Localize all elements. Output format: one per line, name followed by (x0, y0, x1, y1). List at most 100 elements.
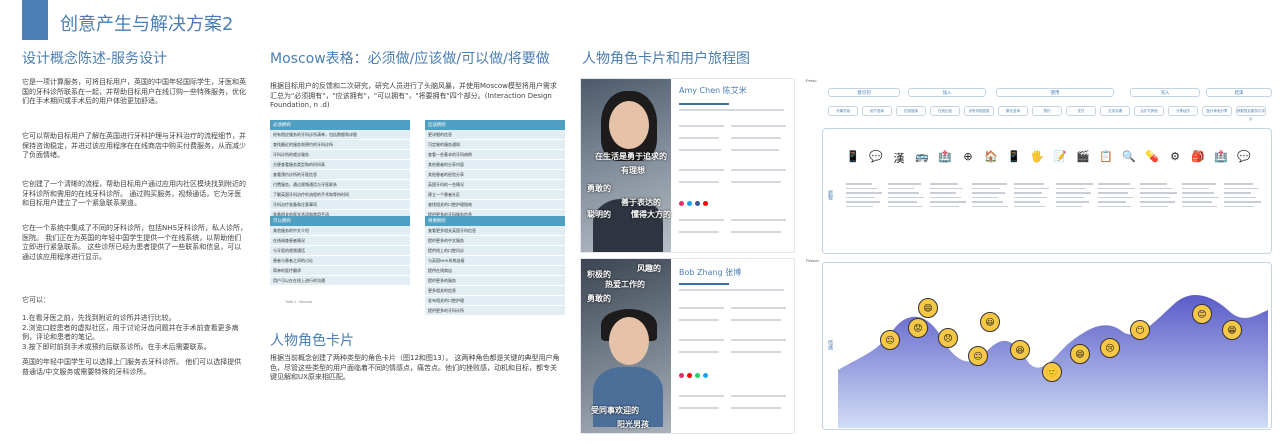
journey-text-line (1140, 187, 1172, 189)
social-icon (679, 201, 684, 206)
moscow-item: 提供线上的口腔问诊 (425, 246, 565, 256)
social-icon (687, 201, 692, 206)
persona-card-bob: 风趣的 积极的 勇敢的 热爱工作的 受同事欢迎的 阳光男孩 Bob Zhang … (580, 258, 795, 434)
moscow-item: 方便查看服务类型和的时间表 (270, 160, 410, 170)
section1-paragraph-7: 英国的年轻中国学生可以选择上门服务去牙科诊所。 他们可以选择提供普通话/中文服务… (22, 358, 242, 376)
social-icon (679, 373, 684, 378)
moscow-item: 提供更多的牙科诊所 (425, 306, 565, 316)
journey-step: 牙痛开始 (828, 106, 858, 116)
journey-step-description (972, 180, 1012, 220)
emotion-face-icon: 😁 (1222, 320, 1242, 340)
journey-text-line (1140, 201, 1175, 203)
journey-phase: 深入 (1130, 88, 1200, 97)
moscow-item: 用户可以在在线上进行的沟通 (270, 276, 410, 286)
persona-text-line (731, 319, 781, 321)
journey-text-line (930, 201, 966, 203)
journey-text-line (888, 192, 919, 194)
emotion-face-icon: 😢 (1100, 338, 1120, 358)
persona-trait: 勇敢的 (587, 184, 611, 193)
persona-trait: 阳光男孩 (617, 420, 649, 429)
journey-text-line (888, 201, 917, 203)
journey-step-description (846, 180, 886, 220)
journey-step: 聊天咨询 (998, 106, 1028, 116)
moscow-item: 简单的医疗翻译 (270, 266, 410, 276)
moscow-item: 查看预约诊所的牙医信息 (270, 170, 410, 180)
journey-text-line (1140, 205, 1168, 207)
section1-paragraph-5: 它可以： (22, 296, 50, 304)
persona-text-line (679, 319, 719, 321)
emotion-face-icon: 😊 (1192, 304, 1212, 324)
persona-section-title: 人物角色卡片 (270, 333, 354, 349)
journey-touchpoint-icon: 🚌 (915, 151, 929, 163)
persona-text-line (731, 125, 786, 127)
table-caption: Table 1 - Moscow (285, 300, 313, 304)
journey-touchpoint-icon: 🖐 (1030, 151, 1044, 163)
persona-face (609, 317, 649, 365)
persona-text-line (679, 181, 719, 183)
page-title: 创意产生与解决方案2 (60, 14, 234, 35)
journey-text-line (1140, 192, 1177, 194)
persona-text-line (731, 137, 781, 139)
journey-text-line (1056, 192, 1091, 194)
persona-text-line (731, 181, 781, 183)
emotion-face-icon: 😆 (1010, 340, 1030, 360)
journey-text-line (1224, 192, 1251, 194)
journey-text-line (888, 183, 921, 185)
persona-trait: 受同事欢迎的 (591, 406, 639, 415)
moscow-item: 提供更多的服务 (425, 276, 565, 286)
persona-divider (679, 103, 729, 105)
moscow-wont-header: 将要拥有 (425, 216, 565, 226)
journey-step: 支付 (1066, 106, 1096, 116)
persona-text-line (679, 137, 719, 139)
moscow-intro: 根据目标用户的反馈和二次研究，研究人员进行了头脑风暴，并使用Moscow模型将用… (270, 82, 557, 109)
emotion-face-icon: 😄 (1070, 344, 1090, 364)
emotion-face-icon: 😞 (938, 328, 958, 348)
moscow-item: 提供在线商店 (425, 266, 565, 276)
journey-row-label-emotion: 情绪 (827, 340, 833, 350)
journey-text-line (1182, 187, 1209, 189)
emotion-face-icon: 🙂 (1042, 362, 1062, 382)
journey-text-line (1014, 187, 1049, 189)
journey-text-line (846, 201, 880, 203)
journey-step-description (1224, 180, 1264, 220)
journey-touchpoint-icon: 📱 (1007, 151, 1021, 163)
journey-touchpoint-icon: 💬 (869, 151, 883, 163)
moscow-must-table: 必须拥有 给有相应服务的牙科诊所清单，包括数据和详细 查找最近的服务和预约的牙科诊… (270, 120, 410, 220)
moscow-item: 可定制的服务通知 (425, 140, 565, 150)
persona-face (609, 101, 649, 149)
journey-step: 交流沟通 (1100, 106, 1130, 116)
section1-paragraph-1: 它是一项计算服务，可将目标用户，英国的中国年轻国际学生，牙医和英国的牙科诊所联系… (22, 78, 246, 105)
persona-text-line (679, 169, 724, 171)
persona-divider (679, 283, 729, 285)
moscow-could-table: 可以拥有 其他服务的中文介绍 在线调查患者情况 与牙医的视频通话 患者与患者之间的讨论… (270, 216, 410, 286)
persona-name-amy: Amy Chen 陈艾米 (679, 86, 747, 95)
journey-text-line (1056, 201, 1089, 203)
persona-body (593, 367, 663, 427)
journey-text-line (930, 205, 959, 207)
moscow-could-header: 可以拥有 (270, 216, 410, 226)
journey-text-line (1182, 196, 1219, 198)
moscow-item: 牙科诊所的就诊服务 (270, 150, 410, 160)
journey-text-line (972, 187, 1000, 189)
persona-text-line (679, 125, 724, 127)
emotion-face-icon: 😐 (880, 330, 900, 350)
journey-text-line (1224, 205, 1254, 207)
social-icon (687, 373, 692, 378)
journey-phase: 使用 (996, 88, 1114, 97)
journey-text-line (846, 192, 882, 194)
moscow-item: 与英国NHS系统连接 (425, 256, 565, 266)
section1-paragraph-2: 它可以帮助目标用户了解在英国进行牙科护理与牙科治疗的流程细节，并保持咨询稳定，并… (22, 132, 246, 159)
journey-text-line (1182, 205, 1217, 207)
journey-text-line (930, 187, 963, 189)
persona-trait: 懂得大方的 (631, 210, 671, 219)
persona-name-bob: Bob Zhang 张博 (679, 268, 742, 277)
persona-text-line (679, 219, 724, 221)
persona-text-line (731, 219, 786, 221)
journey-touchpoint-icon: 📋 (1099, 151, 1113, 163)
journey-text-line (1056, 187, 1086, 189)
journey-text-line (930, 192, 956, 194)
journey-step: 治疗与其他 (1134, 106, 1164, 116)
journey-text-line (1056, 205, 1082, 207)
emotion-face-icon: 😃 (980, 312, 1000, 332)
journey-text-line (1014, 201, 1040, 203)
